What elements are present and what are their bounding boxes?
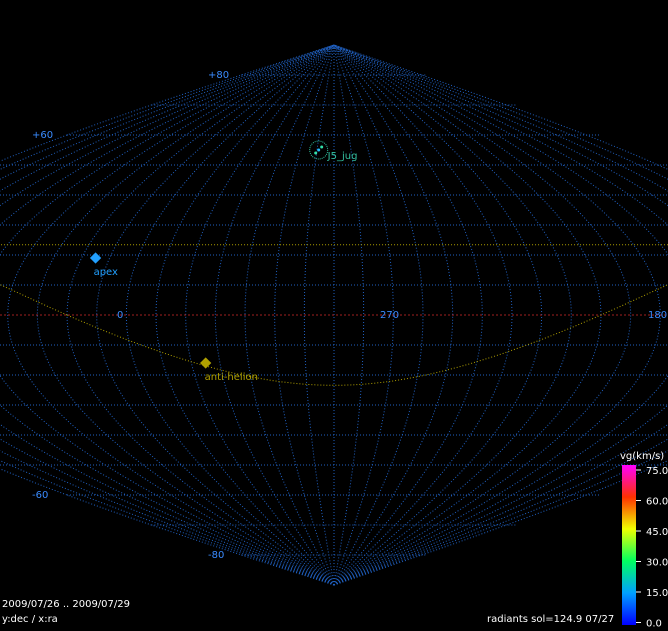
status-text: radiants sol=124.9 07/27 — [487, 614, 615, 625]
colorbar-tick-label: 15.0 — [646, 588, 668, 599]
axis-legend: y:dec / x:ra — [2, 614, 58, 625]
colorbar-title: vg(km/s) — [620, 451, 664, 462]
colorbar-tick-label: 60.0 — [646, 497, 668, 508]
colorbar-gradient — [622, 465, 636, 625]
grid-meridian — [0, 44, 335, 586]
dec-label-plus80: +80 — [208, 70, 229, 81]
ra-label-270: 270 — [380, 310, 399, 321]
grid-meridian — [0, 44, 335, 586]
colorbar-tick-label: 0.0 — [646, 619, 662, 630]
j5-jug-radiant[interactable] — [309, 140, 329, 160]
grid-meridian — [0, 44, 335, 586]
anti-helion-marker[interactable] — [200, 357, 212, 369]
dec-label-minus80: -80 — [208, 550, 224, 561]
grid-meridian — [0, 44, 335, 586]
colorbar-tick-label: 30.0 — [646, 558, 668, 569]
radiant-point — [320, 145, 324, 149]
grid-meridian — [185, 44, 335, 586]
dec-label-minus60: -60 — [32, 490, 48, 501]
grid-meridian — [0, 44, 335, 586]
date-range: 2009/07/26 .. 2009/07/29 — [2, 599, 130, 610]
sky-map: +80 +60 -60 -80 0 270 180 apex anti-heli… — [0, 44, 668, 630]
apex-label: apex — [94, 267, 118, 278]
grid-meridian — [0, 44, 335, 586]
dec-label-plus60: +60 — [32, 130, 53, 141]
colorbar-tick-label: 75.0 — [646, 466, 668, 477]
colorbar-tick-label: 45.0 — [646, 527, 668, 538]
apex-marker[interactable] — [89, 252, 102, 264]
ra-label-0: 0 — [117, 310, 123, 321]
radiant-point — [317, 148, 321, 152]
ra-label-180: 180 — [648, 310, 667, 321]
radiant-point — [314, 151, 318, 155]
j5-jug-label: J5_jug — [327, 151, 358, 162]
grid-meridian — [0, 44, 335, 586]
anti-helion-label: anti-helion — [205, 372, 258, 383]
velocity-colorbar: vg(km/s) 75.0 60.0 45.0 30.0 15.0 0.0 — [620, 451, 668, 630]
